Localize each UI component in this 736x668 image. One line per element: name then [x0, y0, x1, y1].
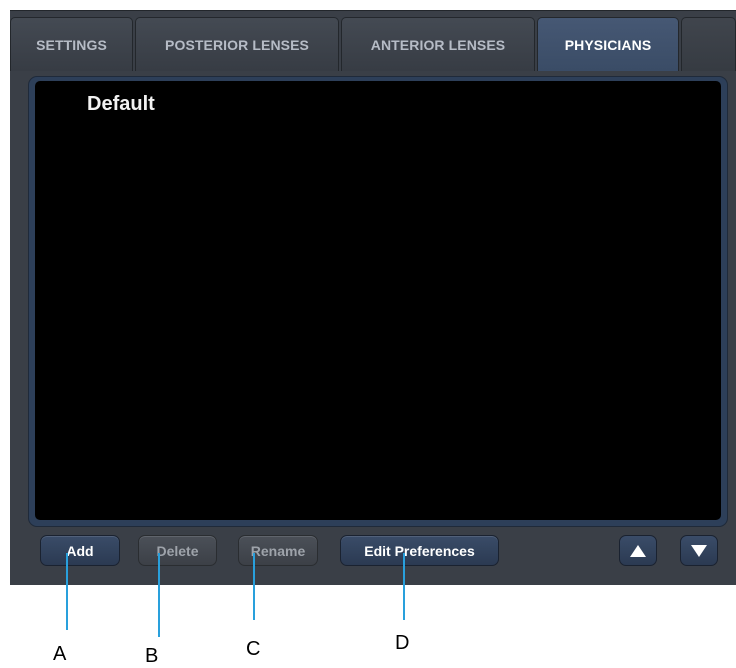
move-down-button[interactable]: [680, 535, 718, 566]
triangle-down-icon: [691, 544, 707, 557]
triangle-up-icon: [630, 544, 646, 557]
callout-label-b: B: [145, 645, 159, 667]
callout-line-d: [403, 553, 405, 620]
add-button[interactable]: Add: [40, 535, 120, 566]
callout-label-a: A: [53, 643, 67, 665]
callout-label-d: D: [395, 632, 410, 654]
tab-settings[interactable]: SETTINGS: [10, 17, 133, 71]
edit-preferences-button[interactable]: Edit Preferences: [340, 535, 499, 566]
tab-bar: SETTINGS POSTERIOR LENSES ANTERIOR LENSE…: [10, 11, 736, 71]
delete-button[interactable]: Delete: [138, 535, 217, 566]
physician-list[interactable]: Default: [35, 81, 721, 520]
callout-line-b: [158, 553, 160, 637]
callout-line-a: [66, 553, 68, 630]
tab-bar-filler: [681, 17, 736, 71]
physicians-panel: SETTINGS POSTERIOR LENSES ANTERIOR LENSE…: [10, 10, 736, 585]
physician-list-frame: Default: [28, 76, 728, 527]
list-item[interactable]: Default: [87, 93, 155, 116]
callout-line-c: [253, 553, 255, 620]
callout-label-c: C: [246, 638, 261, 660]
move-up-button[interactable]: [619, 535, 657, 566]
tab-anterior-lenses[interactable]: ANTERIOR LENSES: [341, 17, 535, 71]
tab-physicians[interactable]: PHYSICIANS: [537, 17, 679, 71]
rename-button[interactable]: Rename: [238, 535, 318, 566]
tab-posterior-lenses[interactable]: POSTERIOR LENSES: [135, 17, 339, 71]
